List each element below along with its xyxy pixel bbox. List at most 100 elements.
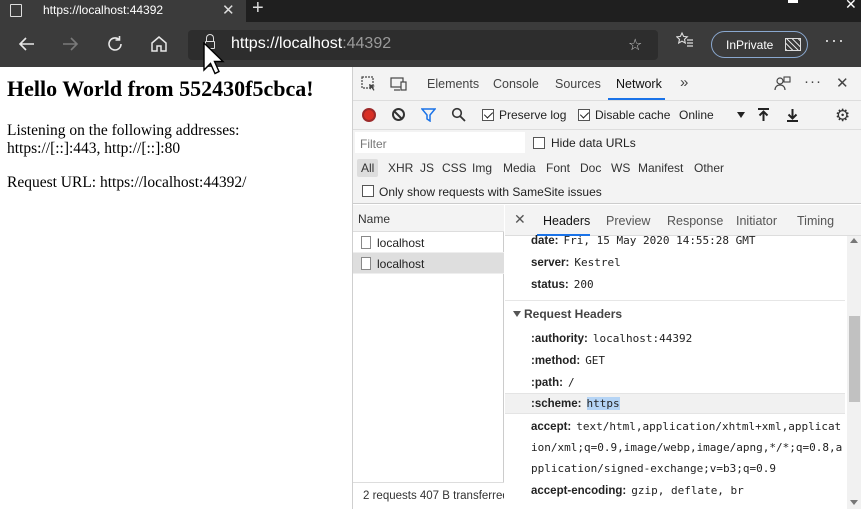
type-font[interactable]: Font — [546, 161, 570, 175]
forward-icon[interactable] — [57, 31, 83, 57]
minimize-icon[interactable] — [788, 0, 798, 3]
close-details-icon[interactable]: ✕ — [514, 211, 526, 228]
filter-input[interactable]: Filter — [355, 132, 525, 153]
tab-initiator[interactable]: Initiator — [736, 214, 777, 228]
filter-row: Filter Hide data URLs — [353, 130, 861, 156]
samesite-label: Only show requests with SameSite issues — [379, 185, 602, 199]
type-media[interactable]: Media — [503, 161, 536, 175]
scroll-up-icon[interactable] — [850, 238, 858, 243]
details-tab-bar: ✕ Headers Preview Response Initiator Tim… — [505, 205, 861, 236]
type-xhr[interactable]: XHR — [388, 161, 413, 175]
favorites-icon[interactable] — [675, 31, 694, 54]
import-har-icon[interactable] — [757, 107, 770, 123]
devtools-tab-bar: Elements Console Sources Network » ··· ✕ — [353, 67, 861, 101]
devtools-panel: Elements Console Sources Network » ··· ✕… — [352, 67, 861, 509]
export-har-icon[interactable] — [786, 107, 799, 123]
triangle-down-icon — [513, 311, 521, 317]
inprivate-button[interactable]: InPrivate — [711, 31, 808, 58]
hide-data-urls-checkbox[interactable] — [533, 137, 545, 149]
devtools-menu-icon[interactable]: ··· — [804, 73, 822, 90]
header-line: :scheme: https — [531, 397, 620, 410]
window-close-icon[interactable]: ✕ — [845, 0, 857, 13]
tab-elements[interactable]: Elements — [427, 77, 479, 91]
device-emulation-icon[interactable] — [390, 76, 407, 92]
samesite-checkbox[interactable] — [362, 185, 374, 197]
samesite-row: Only show requests with SameSite issues — [353, 180, 861, 204]
document-icon — [361, 257, 371, 270]
tab-preview[interactable]: Preview — [606, 214, 650, 228]
home-icon[interactable] — [146, 31, 172, 57]
tab-network[interactable]: Network — [616, 77, 662, 91]
header-line-continued: ion/xml;q=0.9,image/webp,image/apng,*/*;… — [531, 441, 843, 454]
favorite-star-icon[interactable]: ☆ — [628, 35, 642, 55]
header-line: :authority: localhost:44392 — [531, 332, 693, 345]
chevron-down-icon — [737, 112, 745, 118]
scrollbar-thumb[interactable] — [849, 316, 860, 402]
page-icon — [10, 4, 22, 17]
type-other[interactable]: Other — [694, 161, 724, 175]
header-line: status: 200 — [531, 278, 594, 291]
type-img[interactable]: Img — [472, 161, 492, 175]
header-line: date: Fri, 15 May 2020 14:55:28 GMT — [531, 234, 756, 247]
close-tab-icon[interactable]: ✕ — [222, 1, 235, 19]
type-manifest[interactable]: Manifest — [638, 161, 683, 175]
refresh-icon[interactable] — [102, 31, 128, 57]
url-text: https://localhost:44392 — [231, 35, 392, 52]
feedback-icon[interactable] — [774, 76, 791, 92]
tab-response[interactable]: Response — [667, 214, 723, 228]
disable-cache-checkbox[interactable] — [578, 109, 590, 121]
name-column-header[interactable]: Name — [353, 205, 504, 232]
type-doc[interactable]: Doc — [580, 161, 601, 175]
tab-console[interactable]: Console — [493, 77, 539, 91]
tab-title: https://localhost:44392 — [43, 3, 164, 17]
request-details: ✕ Headers Preview Response Initiator Tim… — [505, 205, 861, 509]
details-scrollbar[interactable] — [847, 236, 861, 509]
request-row[interactable]: localhost — [353, 232, 504, 253]
tab-headers[interactable]: Headers — [543, 214, 590, 228]
requests-list: Name localhost localhost 2 requests 407 … — [353, 205, 504, 509]
record-icon[interactable] — [362, 108, 376, 122]
header-line: :method: GET — [531, 354, 606, 367]
devtools-close-icon[interactable]: ✕ — [836, 74, 849, 92]
header-line: accept: text/html,application/xhtml+xml,a… — [531, 420, 842, 433]
inprivate-icon — [785, 38, 801, 51]
header-line: :path: / — [531, 376, 575, 389]
request-row-selected[interactable]: localhost — [353, 253, 504, 274]
page-heading: Hello World from 552430f5cbca! — [7, 76, 314, 101]
web-page: Hello World from 552430f5cbca! Listening… — [0, 67, 352, 509]
disable-cache-label: Disable cache — [595, 108, 671, 122]
scroll-down-icon[interactable] — [850, 500, 858, 505]
browser-tab[interactable]: https://localhost:44392 ✕ — [0, 0, 246, 22]
clear-icon[interactable] — [392, 108, 405, 121]
address-bar[interactable]: https://localhost:44392 ☆ — [188, 30, 658, 60]
settings-more-icon[interactable]: ··· — [824, 30, 845, 51]
gear-icon[interactable]: ⚙ — [835, 106, 850, 126]
browser-toolbar: https://localhost:44392 ☆ InPrivate ··· — [0, 22, 861, 67]
tab-strip: https://localhost:44392 ✕ + ✕ — [0, 0, 861, 22]
section-divider — [505, 300, 845, 301]
resource-type-filters: All XHR JS CSS Img Media Font Doc WS Man… — [353, 156, 861, 180]
type-css[interactable]: CSS — [442, 161, 467, 175]
tab-timing[interactable]: Timing — [797, 214, 834, 228]
type-js[interactable]: JS — [420, 161, 434, 175]
hide-data-urls-label: Hide data URLs — [551, 136, 636, 150]
listening-text: Listening on the following addresses: ht… — [7, 122, 240, 157]
more-tabs-icon[interactable]: » — [680, 74, 688, 91]
request-url-text: Request URL: https://localhost:44392/ — [7, 174, 247, 191]
preserve-log-checkbox[interactable] — [482, 109, 494, 121]
throttling-select[interactable]: Online — [675, 105, 748, 125]
document-icon — [361, 236, 371, 249]
header-line-continued: pplication/signed-exchange;v=b3;q=0.9 — [531, 462, 777, 475]
inspect-element-icon[interactable] — [361, 76, 377, 92]
header-line: accept-encoding: gzip, deflate, br — [531, 484, 744, 497]
active-tab-indicator — [608, 98, 665, 100]
header-line: server: Kestrel — [531, 256, 621, 269]
request-headers-section-toggle[interactable]: Request Headers — [513, 307, 622, 321]
back-icon[interactable] — [14, 31, 40, 57]
new-tab-button[interactable]: + — [252, 0, 264, 20]
tab-sources[interactable]: Sources — [555, 77, 601, 91]
type-ws[interactable]: WS — [611, 161, 630, 175]
search-icon[interactable] — [451, 107, 466, 122]
type-all[interactable]: All — [357, 159, 379, 177]
filter-funnel-icon[interactable] — [420, 108, 437, 123]
